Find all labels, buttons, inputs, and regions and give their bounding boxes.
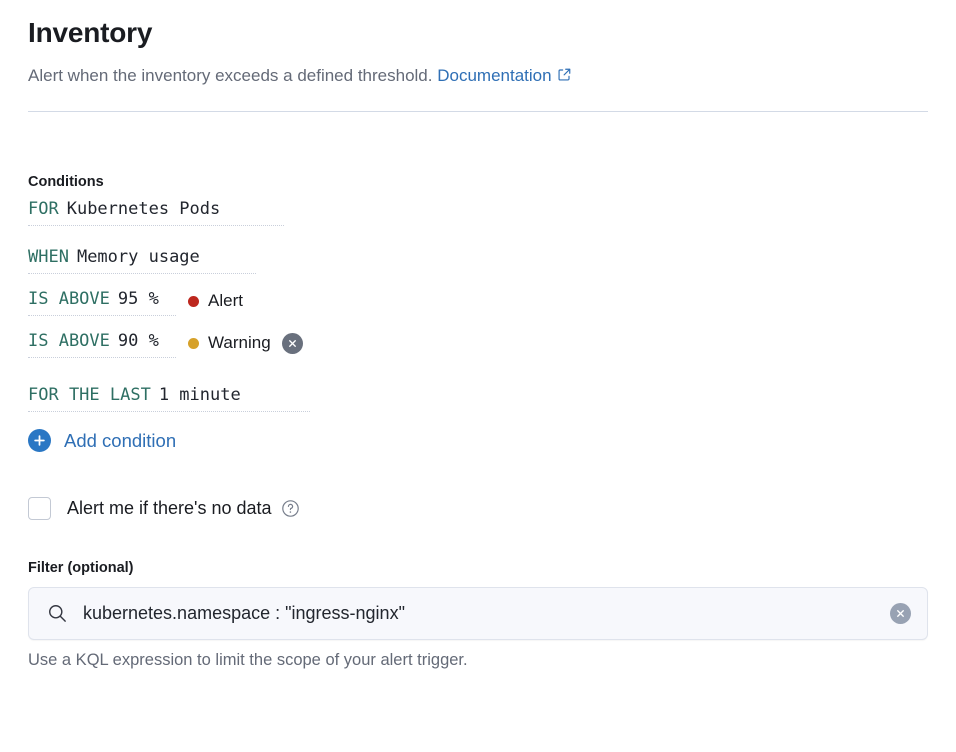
header-divider <box>28 111 928 112</box>
condition-keyword-when: WHEN <box>28 245 69 270</box>
search-icon <box>46 602 69 625</box>
clear-filter-button[interactable] <box>890 603 911 624</box>
no-data-label: Alert me if there's no data <box>67 498 272 519</box>
condition-value-entity[interactable]: Kubernetes Pods <box>67 197 221 222</box>
threshold-row-warning: IS ABOVE 90 % Warning <box>28 326 928 360</box>
threshold-value-alert[interactable]: 95 % <box>118 287 159 312</box>
threshold-value-warning[interactable]: 90 % <box>118 329 159 354</box>
no-data-checkbox[interactable] <box>28 497 51 520</box>
severity-warning: Warning <box>188 332 303 354</box>
external-link-icon <box>557 65 572 89</box>
filter-search-input[interactable]: kubernetes.namespace : "ingress-nginx" <box>83 603 890 624</box>
page-title: Inventory <box>28 16 928 50</box>
condition-keyword-for: FOR <box>28 197 59 222</box>
filter-label: Filter (optional) <box>28 560 928 576</box>
threshold-keyword-alert[interactable]: IS ABOVE <box>28 287 110 312</box>
inventory-alert-form: Inventory Alert when the inventory excee… <box>0 0 956 670</box>
threshold-keyword-warning[interactable]: IS ABOVE <box>28 329 110 354</box>
documentation-link[interactable]: Documentation <box>437 66 571 85</box>
condition-row-for: FOR Kubernetes Pods <box>28 194 928 228</box>
no-data-row: Alert me if there's no data <box>28 497 928 520</box>
severity-label-warning: Warning <box>208 332 271 354</box>
duration-value[interactable]: 1 minute <box>159 383 241 408</box>
duration-keyword: FOR THE LAST <box>28 383 151 408</box>
page-subtitle: Alert when the inventory exceeds a defin… <box>28 64 928 89</box>
severity-dot-warning <box>188 338 199 349</box>
duration-row: FOR THE LAST 1 minute <box>28 380 928 414</box>
remove-threshold-button[interactable] <box>282 333 303 354</box>
plus-icon <box>28 429 51 452</box>
condition-value-metric[interactable]: Memory usage <box>77 245 200 270</box>
conditions-heading: Conditions <box>28 174 928 190</box>
conditions-block: FOR Kubernetes Pods WHEN Memory usage IS… <box>28 194 928 452</box>
documentation-link-label: Documentation <box>437 66 551 85</box>
add-condition-button[interactable]: Add condition <box>28 429 176 452</box>
row-spacer <box>28 228 928 242</box>
filter-helper-text: Use a KQL expression to limit the scope … <box>28 651 928 670</box>
severity-alert: Alert <box>188 290 243 312</box>
question-mark-icon[interactable] <box>281 499 300 518</box>
severity-dot-alert <box>188 296 199 307</box>
threshold-row-alert: IS ABOVE 95 % Alert <box>28 284 928 318</box>
filter-search-field[interactable]: kubernetes.namespace : "ingress-nginx" <box>28 587 928 640</box>
add-condition-label: Add condition <box>64 430 176 452</box>
severity-label-alert: Alert <box>208 290 243 312</box>
condition-row-when: WHEN Memory usage <box>28 242 928 276</box>
subtitle-text: Alert when the inventory exceeds a defin… <box>28 66 432 85</box>
